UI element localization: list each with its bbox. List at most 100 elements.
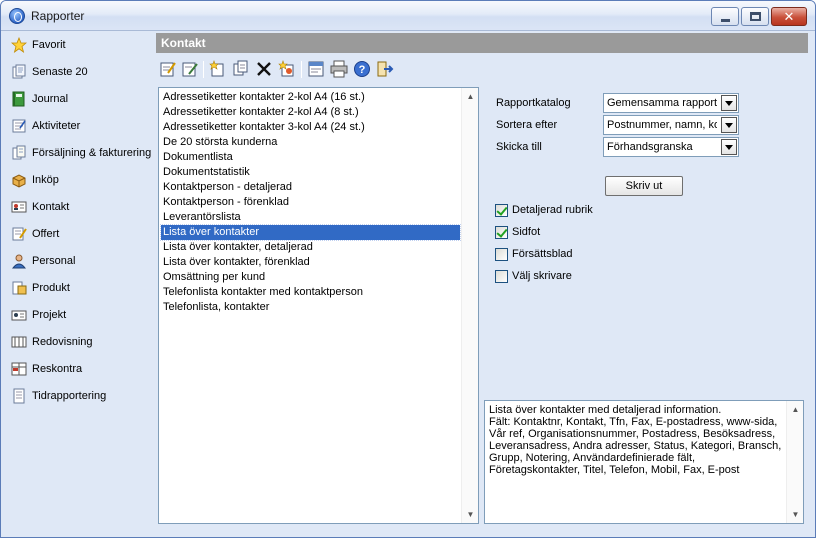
staff-icon	[11, 254, 27, 269]
list-item[interactable]: Adressetiketter kontakter 3-kol A4 (24 s…	[161, 120, 460, 135]
checkbox-checked[interactable]	[495, 226, 508, 239]
scroll-up-icon[interactable]: ▲	[787, 401, 803, 418]
scroll-down-icon[interactable]: ▼	[462, 506, 478, 523]
sidebar-item-label: Journal	[32, 93, 69, 105]
purchase-icon	[12, 174, 26, 188]
sort-value: Postnummer, namn, kon	[607, 119, 717, 131]
minimize-button[interactable]	[711, 7, 739, 26]
catalog-select[interactable]: Gemensamma rapporter	[603, 93, 739, 113]
sidebar-item-label: Försäljning & fakturering	[32, 147, 152, 159]
panel-header: Kontakt	[156, 33, 808, 53]
list-item[interactable]: Lista över kontakter, förenklad	[161, 255, 460, 270]
recent-documents-icon	[12, 64, 26, 79]
edit-report-icon[interactable]	[158, 59, 178, 79]
accounting-icon	[11, 336, 27, 348]
sidebar-item-aktiviteter[interactable]: Aktiviteter	[1, 113, 154, 140]
maximize-button[interactable]	[741, 7, 769, 26]
checkbox-label: Detaljerad rubrik	[512, 204, 593, 216]
panel-title: Kontakt	[161, 36, 206, 50]
sidebar-item-label: Senaste 20	[32, 66, 88, 78]
report-description: Lista över kontakter med detaljerad info…	[484, 400, 804, 524]
checkbox-label: Välj skrivare	[512, 270, 572, 282]
sort-select[interactable]: Postnummer, namn, kon	[603, 115, 739, 135]
checkbox-unchecked[interactable]	[495, 248, 508, 261]
list-item-selected[interactable]: Lista över kontakter	[160, 224, 461, 241]
send-select[interactable]: Förhandsgranska	[603, 137, 739, 157]
send-value: Förhandsgranska	[607, 141, 693, 153]
activities-icon	[12, 119, 26, 133]
sidebar-item-favorit[interactable]: Favorit	[1, 32, 154, 59]
product-icon	[12, 281, 27, 295]
sidebar-item-personal[interactable]: Personal	[1, 248, 154, 275]
list-item[interactable]: Telefonlista, kontakter	[161, 300, 460, 315]
print-icon[interactable]	[329, 59, 349, 79]
list-item[interactable]: Leverantörslista	[161, 210, 460, 225]
new-report-icon[interactable]	[208, 59, 228, 79]
sidebar-item-label: Personal	[32, 255, 76, 267]
print-button[interactable]: Skriv ut	[605, 176, 683, 196]
report-list-scrollbar[interactable]: ▲ ▼	[461, 88, 478, 523]
sidebar: Favorit Senaste 20 Journal Aktiviteter F…	[1, 32, 154, 537]
list-item[interactable]: Adressetiketter kontakter 2-kol A4 (16 s…	[161, 90, 460, 105]
content-area: Kontakt ? Adressetiketter kontakter 2-ko…	[156, 33, 808, 531]
description-scrollbar[interactable]: ▲ ▼	[786, 401, 803, 523]
sidebar-item-label: Reskontra	[32, 363, 83, 375]
window-controls: ✕	[711, 7, 807, 26]
checkbox-unchecked[interactable]	[495, 270, 508, 283]
sidebar-item-label: Kontakt	[32, 201, 70, 213]
sidebar-item-offert[interactable]: Offert	[1, 221, 154, 248]
help-icon[interactable]: ?	[352, 59, 372, 79]
sidebar-item-projekt[interactable]: Projekt	[1, 302, 154, 329]
list-item[interactable]: Dokumentlista	[161, 150, 460, 165]
sidebar-item-senaste-20[interactable]: Senaste 20	[1, 59, 154, 86]
list-item[interactable]: De 20 största kunderna	[161, 135, 460, 150]
sidebar-item-forsaljning[interactable]: Försäljning & fakturering	[1, 140, 154, 167]
report-list[interactable]: Adressetiketter kontakter 2-kol A4 (16 s…	[158, 87, 479, 524]
star-icon	[11, 37, 27, 53]
catalog-label: Rapportkatalog	[496, 97, 571, 109]
close-button[interactable]: ✕	[771, 7, 807, 26]
sidebar-item-label: Projekt	[32, 309, 67, 321]
list-item[interactable]: Kontaktperson - förenklad	[161, 195, 460, 210]
sidebar-item-redovisning[interactable]: Redovisning	[1, 329, 154, 356]
chevron-down-icon[interactable]	[721, 95, 737, 111]
project-icon	[11, 310, 27, 321]
time-report-icon	[13, 388, 25, 404]
sidebar-item-reskontra[interactable]: Reskontra	[1, 356, 154, 383]
list-item[interactable]: Omsättning per kund	[161, 270, 460, 285]
scroll-down-icon[interactable]: ▼	[787, 506, 803, 523]
edit-design-icon[interactable]	[180, 59, 200, 79]
close-icon: ✕	[783, 9, 795, 24]
list-item[interactable]: Telefonlista kontakter med kontaktperson	[161, 285, 460, 300]
properties-icon[interactable]	[306, 59, 326, 79]
rapporter-window: Rapporter ✕ Favorit Senaste 20 Journal A…	[0, 0, 816, 538]
scroll-up-icon[interactable]: ▲	[462, 88, 478, 105]
minimize-icon	[721, 19, 730, 22]
description-text: Lista över kontakter med detaljerad info…	[489, 404, 785, 476]
copy-report-icon[interactable]	[231, 59, 251, 79]
chevron-down-icon[interactable]	[721, 117, 737, 133]
settings-wizard-icon[interactable]	[277, 59, 297, 79]
sidebar-item-inkop[interactable]: Inköp	[1, 167, 154, 194]
list-item[interactable]: Dokumentstatistik	[161, 165, 460, 180]
sidebar-item-produkt[interactable]: Produkt	[1, 275, 154, 302]
sidebar-item-kontakt[interactable]: Kontakt	[1, 194, 154, 221]
toolbar: ?	[156, 55, 808, 83]
list-item[interactable]: Adressetiketter kontakter 2-kol A4 (8 st…	[161, 105, 460, 120]
maximize-icon	[750, 12, 761, 21]
description-fields: Fält: Kontaktnr, Kontakt, Tfn, Fax, E-po…	[489, 416, 782, 476]
sidebar-item-journal[interactable]: Journal	[1, 86, 154, 113]
description-line: Lista över kontakter med detaljerad info…	[489, 404, 722, 416]
list-item[interactable]: Kontaktperson - detaljerad	[161, 180, 460, 195]
sales-invoice-icon	[12, 145, 26, 160]
delete-icon[interactable]	[254, 59, 274, 79]
list-item[interactable]: Lista över kontakter, detaljerad	[161, 240, 460, 255]
checkbox-label: Sidfot	[512, 226, 541, 238]
checkbox-checked[interactable]	[495, 204, 508, 217]
sidebar-item-tidrapportering[interactable]: Tidrapportering	[1, 383, 154, 410]
title-bar[interactable]: Rapporter ✕	[1, 1, 815, 31]
exit-icon[interactable]	[375, 59, 395, 79]
sidebar-item-label: Produkt	[32, 282, 70, 294]
chevron-down-icon[interactable]	[721, 139, 737, 155]
sidebar-item-label: Favorit	[32, 39, 66, 51]
